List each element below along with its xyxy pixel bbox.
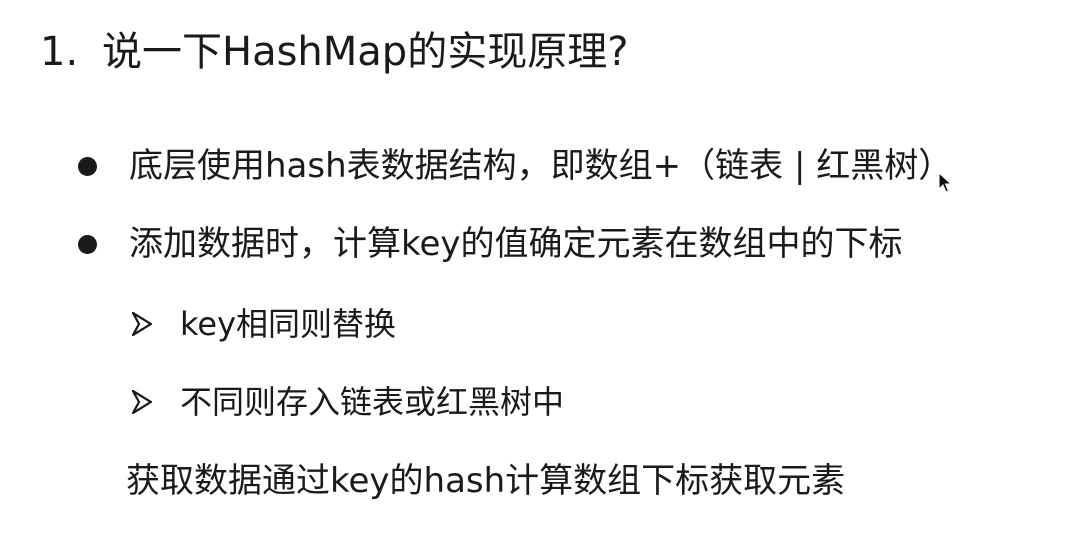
bullet-dot-icon — [78, 234, 97, 254]
bullet-item-1: 底层使用hash表数据结构，即数组+（链表 | 红黑树） — [78, 141, 952, 191]
sub-item-text: key相同则替换 — [180, 305, 397, 343]
sub-item-1: key相同则替换 — [132, 300, 396, 348]
mouse-pointer-icon — [938, 172, 952, 193]
bullet-dot-icon — [78, 156, 97, 176]
sub-item-text: 不同则存入链表或红黑树中 — [180, 383, 565, 421]
arrowhead-icon — [132, 312, 152, 336]
bullet-item-2: 添加数据时，计算key的值确定元素在数组中的下标 — [78, 219, 903, 269]
arrowhead-icon — [132, 390, 152, 414]
title-number: 1. — [40, 29, 79, 75]
page-title: 1. 说一下HashMap的实现原理? — [40, 24, 628, 80]
summary-text: 获取数据通过key的hash计算数组下标获取元素 — [126, 461, 846, 501]
sub-item-2: 不同则存入链表或红黑树中 — [132, 378, 564, 426]
slide: 1. 说一下HashMap的实现原理? 底层使用hash表数据结构，即数组+（链表… — [0, 0, 1092, 539]
title-text: 说一下HashMap的实现原理? — [102, 29, 629, 75]
bullet-text: 添加数据时，计算key的值确定元素在数组中的下标 — [129, 224, 903, 264]
bullet-text: 底层使用hash表数据结构，即数组+（链表 | 红黑树） — [129, 146, 953, 186]
